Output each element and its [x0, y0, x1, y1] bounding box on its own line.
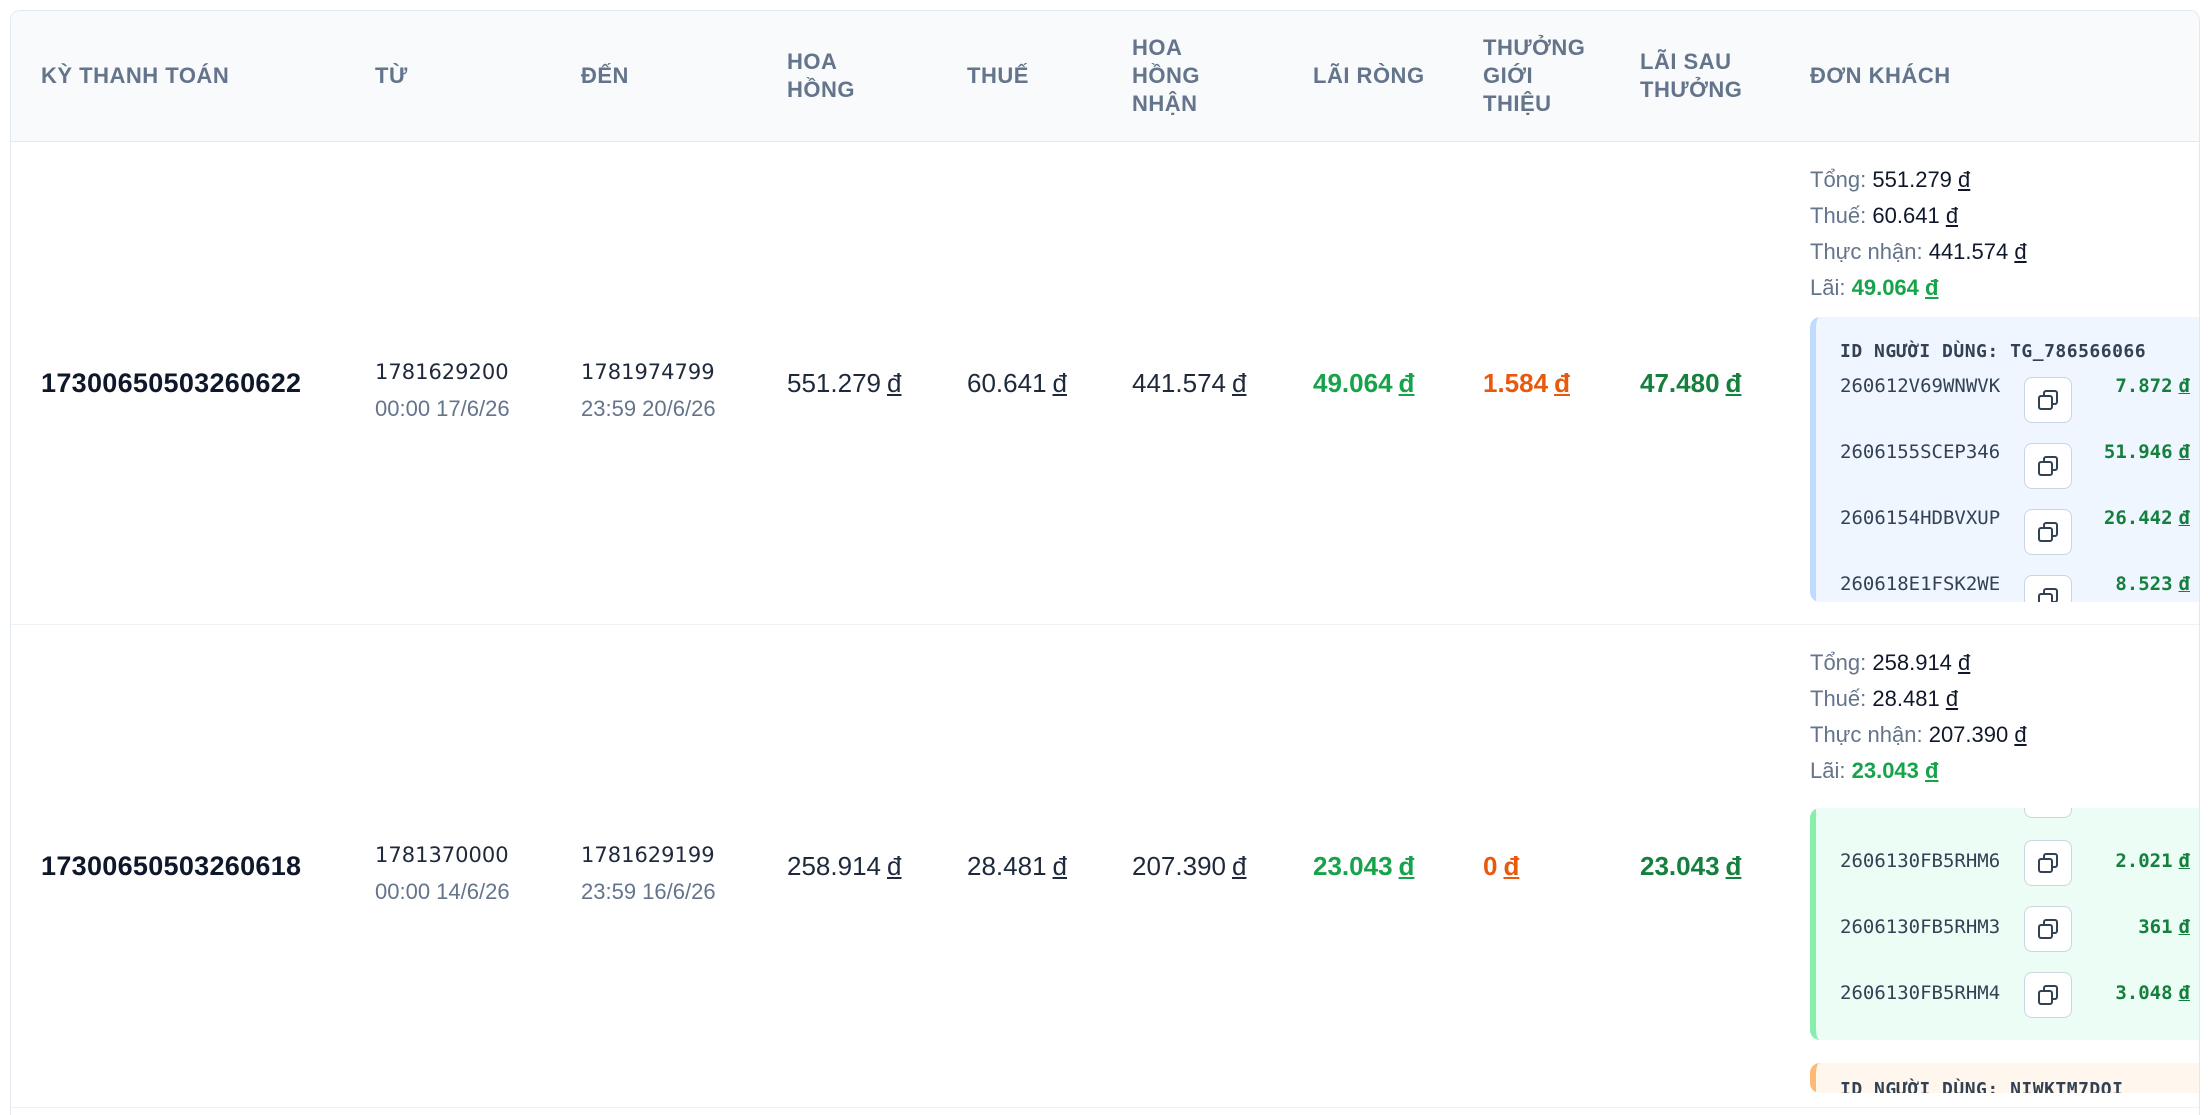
- from-date: 00:00 14/6/26: [375, 879, 510, 904]
- order-amount: 51.946 đ: [2103, 441, 2190, 463]
- copy-button[interactable]: [2024, 509, 2072, 555]
- copy-button[interactable]: [2024, 443, 2072, 489]
- to-cell: 1781974799 23:59 20/6/26: [581, 360, 716, 422]
- header-bonus: THƯỞNG GIỚI THIỆU: [1483, 35, 1586, 116]
- copy-button[interactable]: [2024, 808, 2072, 818]
- header-orders: ĐƠN KHÁCH: [1810, 63, 1951, 88]
- order-amount: 26.442 đ: [2103, 507, 2190, 529]
- to-cell: 1781629199 23:59 16/6/26: [581, 843, 716, 905]
- copy-button[interactable]: [2024, 575, 2072, 602]
- order-amount: 7.872 đ: [2115, 375, 2190, 397]
- orders-scroll[interactable]: 2606130FB5RHM6 2.021 đ 2606130FB5RHM3 361…: [1810, 808, 2199, 1093]
- to-timestamp: 1781629199: [581, 843, 715, 867]
- order-summary: Tổng: 258.914 đ Thuế: 28.481 đ Thực nhận…: [1810, 650, 2027, 783]
- order-id: 2606130FB5RHM3: [1840, 916, 2001, 938]
- order-amount: 8.523 đ: [2115, 573, 2190, 595]
- copy-icon: [2038, 853, 2058, 873]
- to-timestamp: 1781974799: [581, 360, 715, 384]
- order-summary: Tổng: 551.279 đ Thuế: 60.641 đ Thực nhận…: [1810, 167, 2027, 300]
- order-id: 260618E1FSK2WE: [1840, 573, 2001, 595]
- commission-value: 258.914 đ: [787, 850, 902, 881]
- group-user-id: ID NGƯỜI DÙNG: NIWKTM7DOI: [1840, 1079, 2124, 1093]
- commission-value: 551.279 đ: [787, 367, 902, 398]
- tax-value: 60.641 đ: [967, 367, 1067, 398]
- order-amount: 3.048 đ: [2115, 982, 2190, 1004]
- from-cell: 1781370000 00:00 14/6/26: [375, 843, 510, 905]
- header-net: LÃI RÒNG: [1313, 63, 1425, 88]
- period-id: 17300650503260618: [41, 850, 302, 881]
- table-header: KỲ THANH TOÁN TỪ ĐẾN HOA HỒNG THUẾ HOA H…: [11, 11, 2199, 142]
- net-value: 23.043 đ: [1313, 850, 1415, 881]
- copy-icon: [2038, 919, 2058, 939]
- order-id: 2606130FB5RHM4: [1840, 982, 2001, 1004]
- header-tax: THUẾ: [967, 63, 1029, 88]
- from-date: 00:00 17/6/26: [375, 396, 510, 421]
- order-amount: 361 đ: [2138, 916, 2190, 938]
- table-row: 17300650503260618 1781370000 00:00 14/6/…: [11, 625, 2199, 1108]
- header-after-bonus: LÃI SAU THƯỞNG: [1640, 49, 1743, 102]
- payout-table: KỲ THANH TOÁN TỪ ĐẾN HOA HỒNG THUẾ HOA H…: [10, 10, 2200, 1115]
- user-order-group: ID NGƯỜI DÙNG: NIWKTM7DOI: [1810, 1063, 2199, 1093]
- order-id: 260612V69WNWVK: [1840, 375, 2001, 397]
- order-amount: 2.021 đ: [2115, 850, 2190, 872]
- order-id: 2606130FB5RHM6: [1840, 850, 2001, 872]
- period-id: 17300650503260622: [41, 367, 302, 398]
- group-user-id: ID NGƯỜI DÙNG: TG_786566066: [1840, 341, 2147, 362]
- copy-button[interactable]: [2024, 906, 2072, 952]
- to-date: 23:59 20/6/26: [581, 396, 716, 421]
- received-value: 441.574 đ: [1132, 367, 1247, 398]
- copy-icon: [2038, 588, 2058, 602]
- copy-icon: [2038, 985, 2058, 1005]
- from-timestamp: 1781629200: [375, 360, 509, 384]
- copy-button[interactable]: [2024, 840, 2072, 886]
- received-value: 207.390 đ: [1132, 850, 1247, 881]
- header-from: TỪ: [375, 63, 408, 88]
- copy-button[interactable]: [2024, 972, 2072, 1018]
- net-value: 49.064 đ: [1313, 367, 1415, 398]
- user-order-group: ID NGƯỜI DÙNG: TG_786566066 260612V69WNW…: [1810, 317, 2199, 602]
- from-cell: 1781629200 00:00 17/6/26: [375, 360, 510, 422]
- copy-icon: [2038, 390, 2058, 410]
- header-commission: HOA HỒNG: [787, 49, 855, 102]
- copy-icon: [2038, 456, 2058, 476]
- after-bonus-value: 47.480 đ: [1640, 367, 1742, 398]
- bonus-value: 1.584 đ: [1483, 367, 1570, 398]
- copy-icon: [2038, 522, 2058, 542]
- after-bonus-value: 23.043 đ: [1640, 850, 1742, 881]
- tax-value: 28.481 đ: [967, 850, 1067, 881]
- orders-scroll[interactable]: ID NGƯỜI DÙNG: TG_786566066 260612V69WNW…: [1810, 317, 2199, 602]
- order-id: 2606155SCEP346: [1840, 441, 2001, 463]
- to-date: 23:59 16/6/26: [581, 879, 716, 904]
- header-period: KỲ THANH TOÁN: [41, 63, 230, 88]
- user-order-group: 2606130FB5RHM6 2.021 đ 2606130FB5RHM3 361…: [1810, 808, 2199, 1040]
- header-received: HOA HỒNG NHẬN: [1132, 35, 1200, 116]
- order-id: 2606154HDBVXUP: [1840, 507, 2001, 529]
- table-row: 17300650503260622 1781629200 00:00 17/6/…: [11, 142, 2199, 625]
- copy-button[interactable]: [2024, 377, 2072, 423]
- bonus-value: 0đ: [1483, 850, 1520, 881]
- from-timestamp: 1781370000: [375, 843, 509, 867]
- header-to: ĐẾN: [581, 63, 629, 88]
